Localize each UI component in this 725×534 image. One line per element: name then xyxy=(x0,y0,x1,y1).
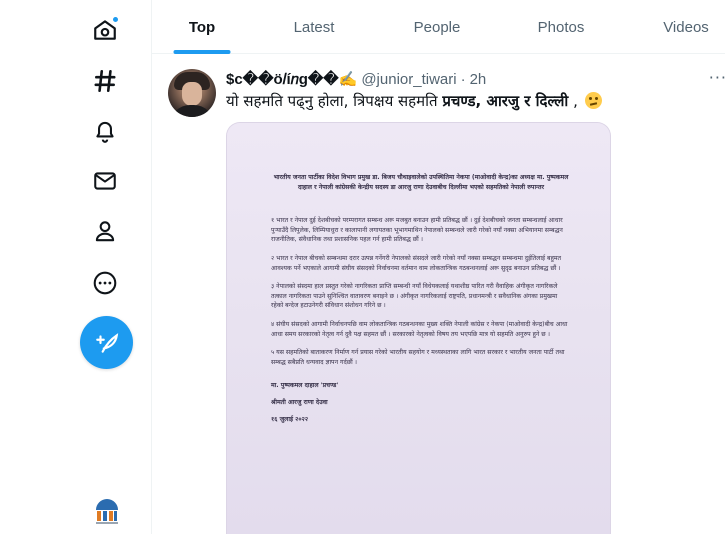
feather-plus-icon xyxy=(95,332,118,353)
mail-icon[interactable] xyxy=(90,166,120,196)
compose-tweet-button[interactable] xyxy=(80,316,133,369)
tweet-bold-text: प्रचण्ड, आरजु र दिल्ली xyxy=(442,92,569,110)
document-paragraph: १ भारत र नेपाल दुई देशबीचको परम्परागत सम… xyxy=(271,217,563,244)
tab-photos[interactable]: Photos xyxy=(513,0,609,54)
avatar[interactable] xyxy=(168,69,216,117)
tweet-header: $c��ö𝑙í𝑛g��✍️ @junior_tiwari · 2h xyxy=(226,69,486,89)
tab-top[interactable]: Top xyxy=(154,0,250,54)
active-tab-indicator xyxy=(173,50,231,54)
signatory-1: मा. पुष्पकमल दाहाल 'प्रचण्ड' xyxy=(271,382,339,390)
notification-dot xyxy=(112,16,119,23)
more-circle-icon[interactable] xyxy=(90,268,120,298)
tweet-time[interactable]: 2h xyxy=(470,71,487,88)
tab-latest[interactable]: Latest xyxy=(266,0,362,54)
document-paragraph: २ भारत र नेपाल बीचको सम्बन्धमा दरार उत्प… xyxy=(271,254,562,272)
tweet[interactable]: $c��ö𝑙í𝑛g��✍️ @junior_tiwari · 2h ··· यो… xyxy=(152,55,725,534)
display-name[interactable]: $c��ö𝑙í𝑛g��✍️ xyxy=(226,70,357,88)
thinking-face-icon xyxy=(584,92,602,109)
document-date: १६ जुलाई २०२२ xyxy=(271,415,309,423)
document-paragraph: ५ यस सहमतिको बाताकरण निर्माण गर्न प्रयास… xyxy=(271,349,565,366)
user-handle[interactable]: @junior_tiwari xyxy=(361,71,456,88)
document-paragraph: ४ संघीय संसदको आगामी निर्वाचनपछि वाम लोक… xyxy=(271,320,568,338)
document-paragraph: ३ नेपालको संस्दमा हाल प्रस्तुत गरेको नाग… xyxy=(271,283,558,310)
tab-people[interactable]: People xyxy=(389,0,485,54)
app-logo xyxy=(93,497,121,527)
hashtag-icon[interactable] xyxy=(90,66,120,96)
more-options-button[interactable]: ··· xyxy=(709,68,725,87)
tab-videos[interactable]: Videos xyxy=(638,0,725,54)
bell-icon[interactable] xyxy=(90,116,120,146)
document-text: भारतीय जनता पार्टीका विदेश विभाग प्रमुख … xyxy=(271,173,571,424)
document-heading: भारतीय जनता पार्टीका विदेश विभाग प्रमुख … xyxy=(273,174,569,191)
search-tabs: Top Latest People Photos Videos xyxy=(152,0,725,54)
tweet-text: यो सहमति पढ्नु होला, त्रिपक्षय सहमति प्र… xyxy=(226,90,716,112)
signatory-2: श्रीमती आरजु राणा देउवा xyxy=(271,398,328,406)
separator-dot: · xyxy=(460,70,466,88)
home-icon[interactable] xyxy=(90,15,120,45)
tweet-image[interactable]: भारतीय जनता पार्टीका विदेश विभाग प्रमुख … xyxy=(226,122,611,534)
profile-icon[interactable] xyxy=(90,216,120,246)
sidebar-nav xyxy=(0,0,150,534)
